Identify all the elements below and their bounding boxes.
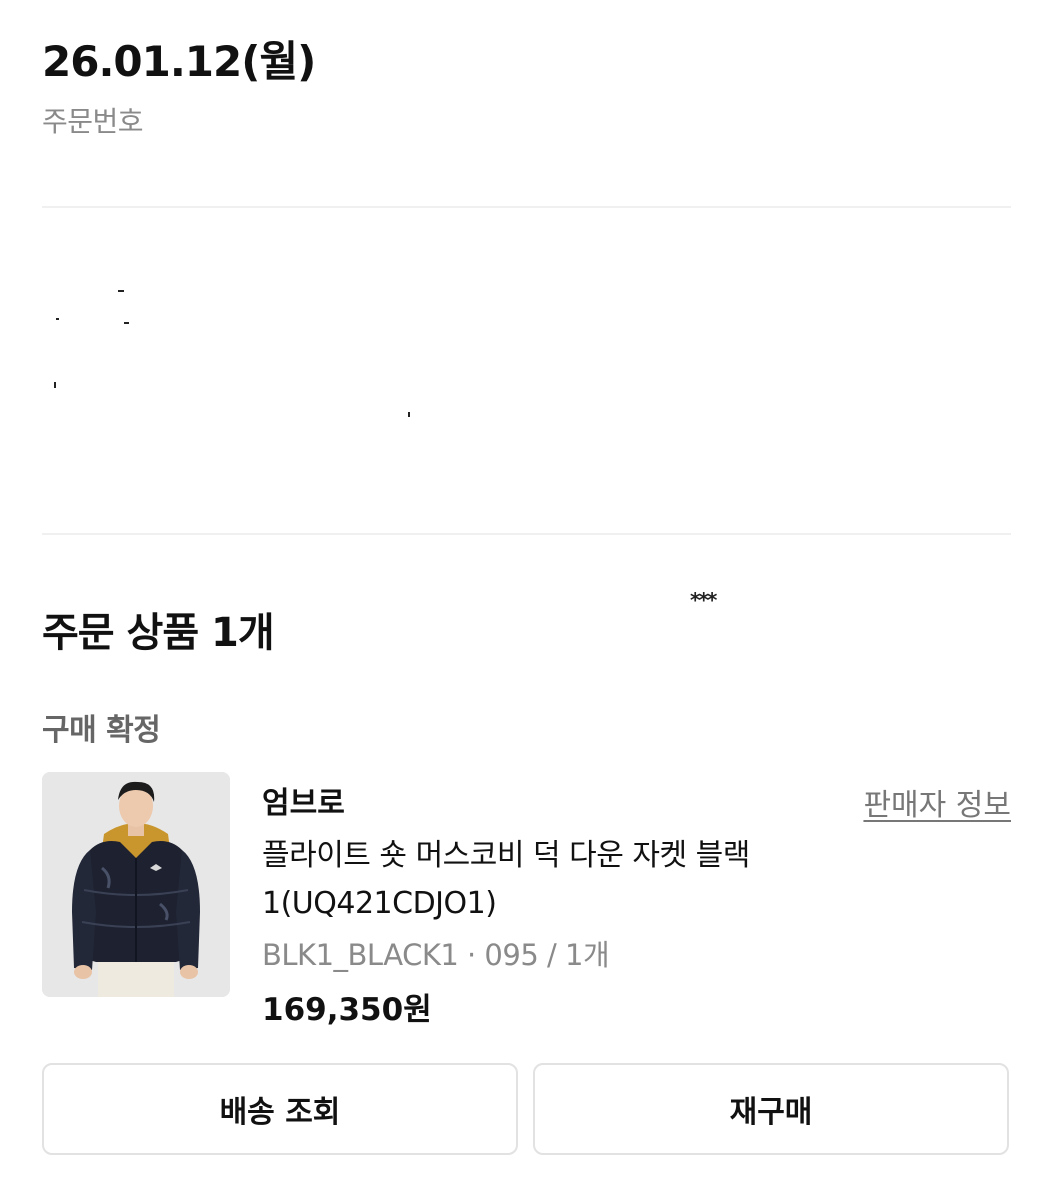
brand-name[interactable]: 엄브로 xyxy=(262,778,345,822)
product-price: 169,350원 xyxy=(262,992,432,1028)
puffer-jacket-photo-icon xyxy=(42,772,230,997)
product-name[interactable]: 플라이트 숏 머스코비 덕 다운 자켓 블랙 1(UQ421CDJO1) xyxy=(262,832,822,928)
redacted-shipping-info: *** xyxy=(42,210,1011,612)
divider xyxy=(42,206,1011,208)
order-items-title: 주문 상품 1개 xyxy=(42,610,275,656)
product-option: BLK1_BLACK1 · 095 / 1개 xyxy=(262,938,610,972)
repurchase-button[interactable]: 재구매 xyxy=(533,1063,1009,1155)
order-status-label: 구매 확정 xyxy=(42,713,161,748)
order-date: 26.01.12(월) xyxy=(42,37,316,86)
product-image[interactable] xyxy=(42,772,230,997)
order-number-label: 주문번호 xyxy=(42,105,144,138)
masked-recipient-name: *** xyxy=(690,588,717,612)
seller-info-link[interactable]: 판매자 정보 xyxy=(863,780,1011,824)
track-delivery-button[interactable]: 배송 조회 xyxy=(42,1063,518,1155)
divider xyxy=(42,533,1011,535)
